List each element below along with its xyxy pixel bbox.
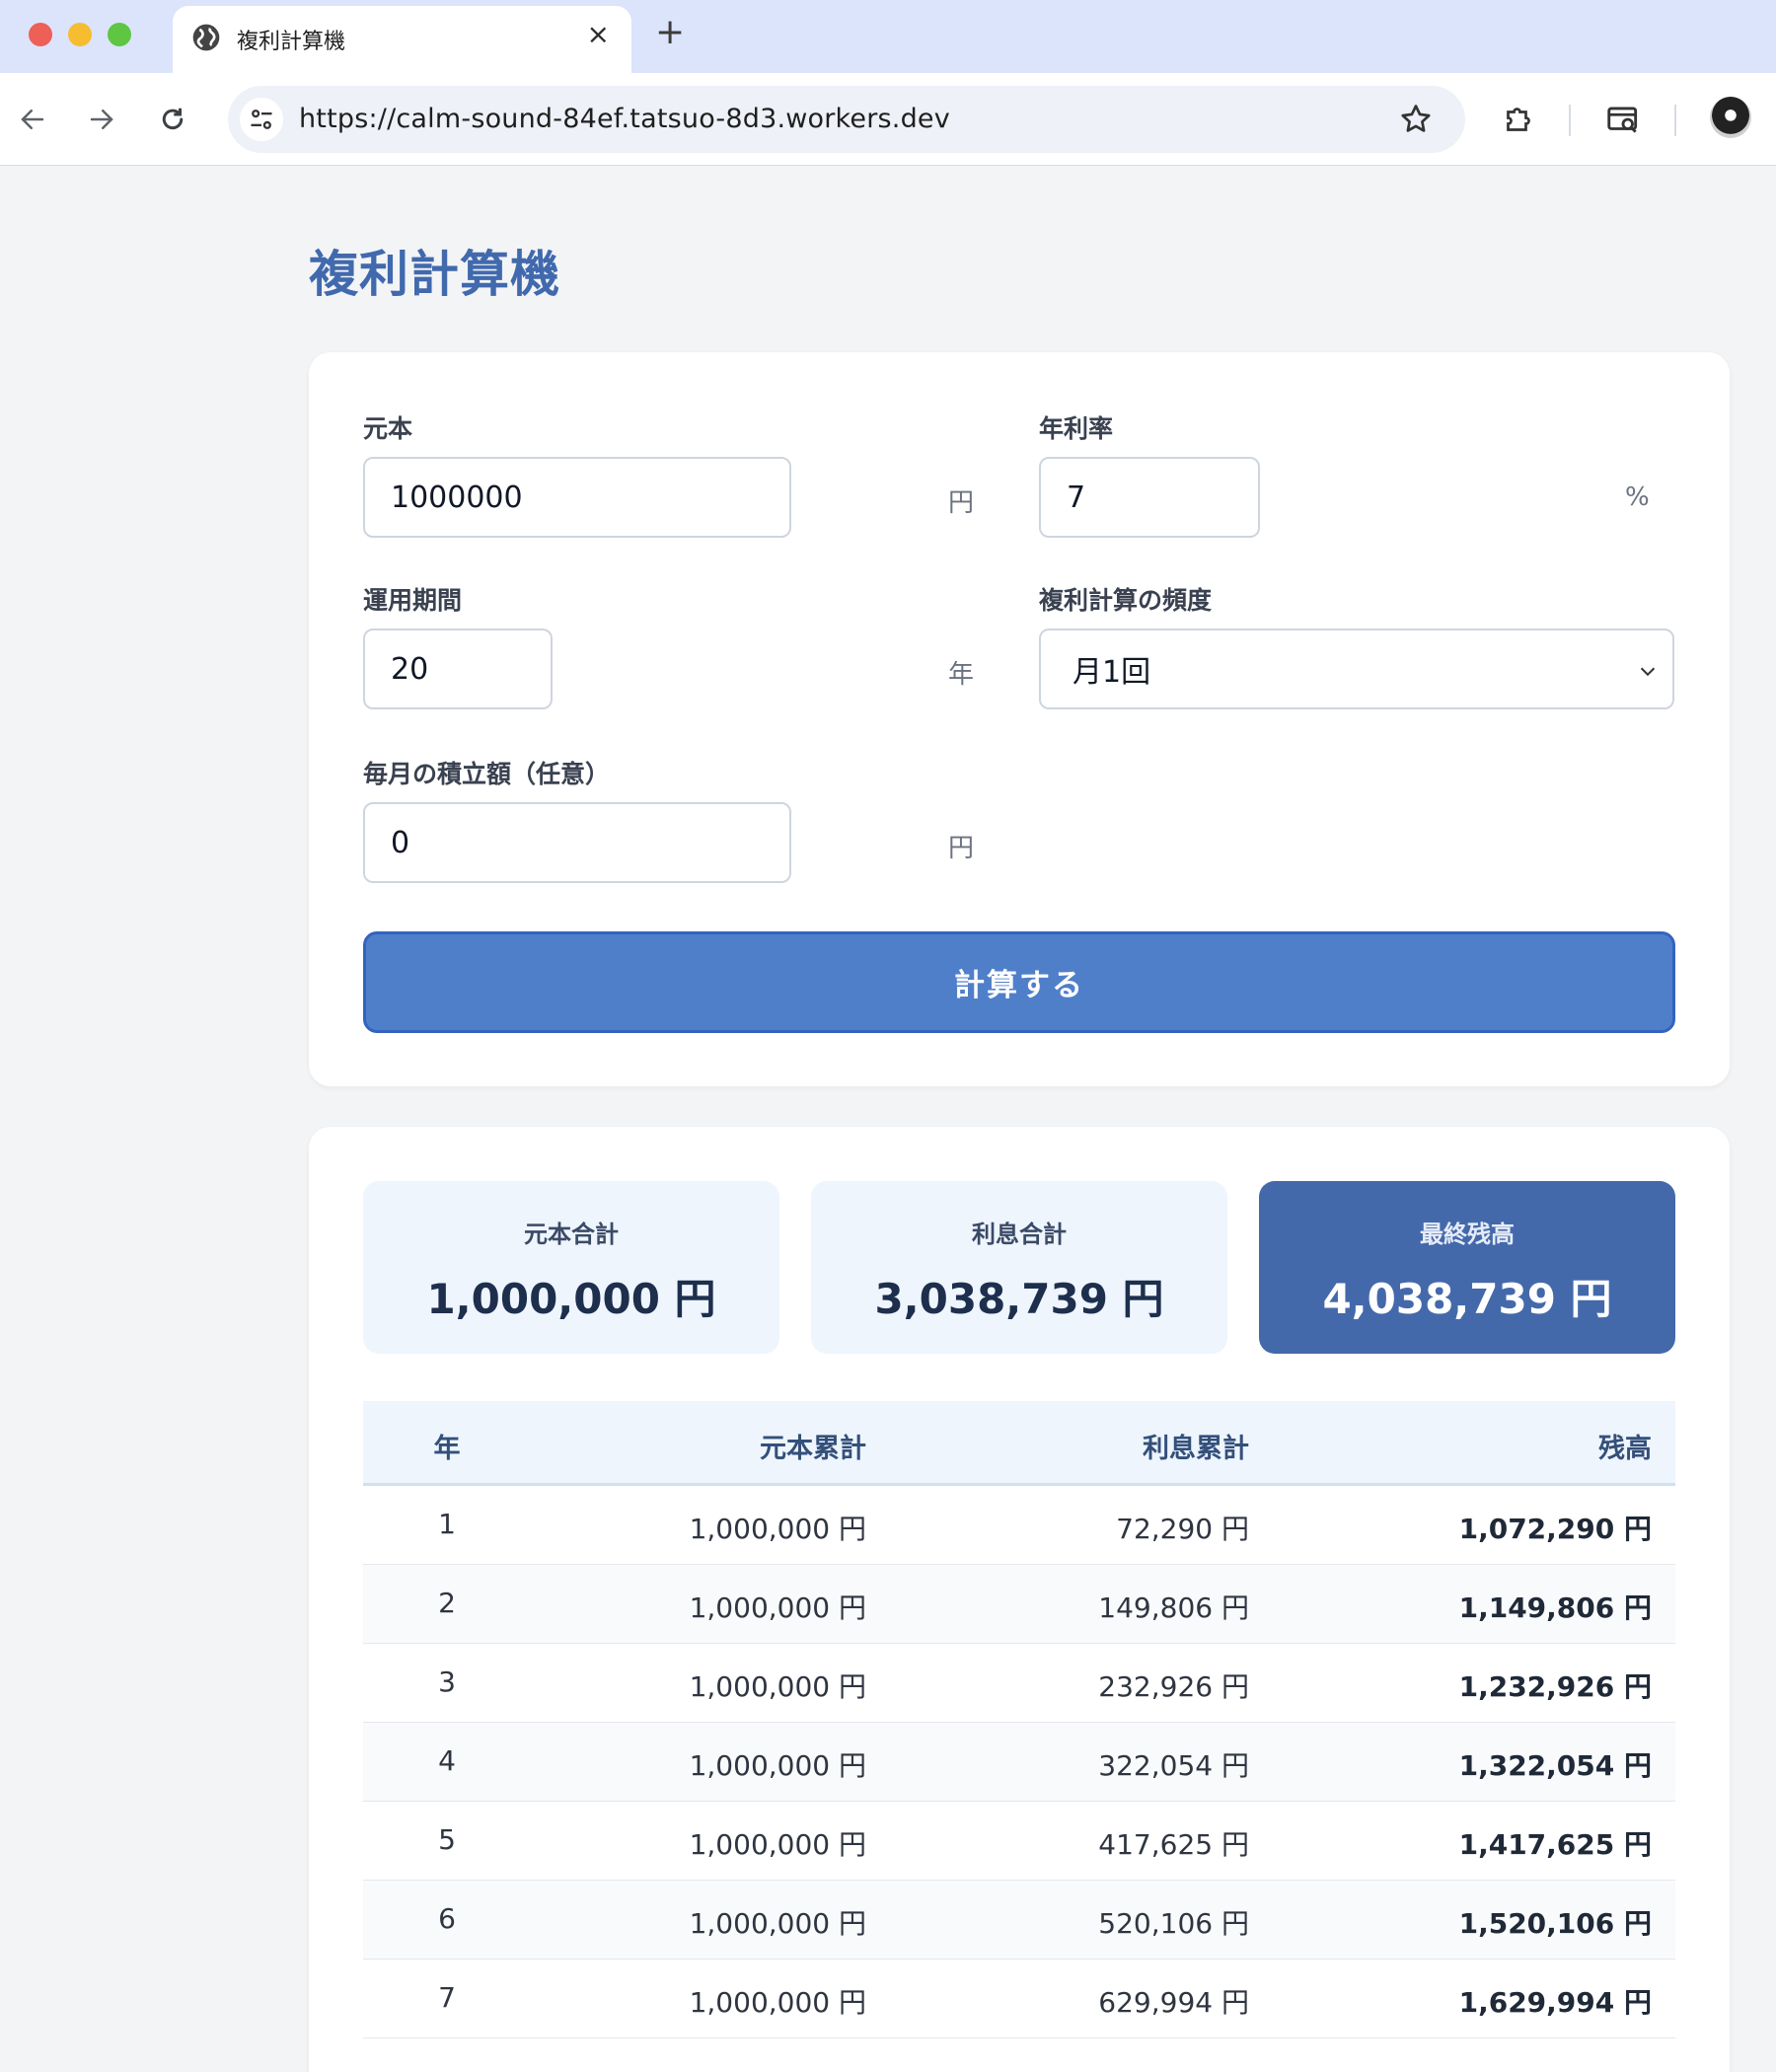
browser-tab[interactable]: 複利計算機 × xyxy=(173,6,631,73)
table-row: 1 1,000,000 円 72,290 円 1,072,290 円 xyxy=(363,1486,1675,1565)
tab-title: 複利計算機 xyxy=(237,30,346,54)
cell-year: 1 xyxy=(438,1508,456,1540)
final-balance-card: 最終残高 4,038,739 円 xyxy=(1259,1181,1675,1354)
cell-principal: 1,000,000 円 xyxy=(689,1670,866,1703)
cell-principal: 1,000,000 円 xyxy=(689,1986,866,2019)
forward-button[interactable] xyxy=(79,97,124,142)
cell-balance: 1,149,806 円 xyxy=(1458,1591,1652,1624)
new-tab-button[interactable]: + xyxy=(655,12,685,52)
header-principal: 元本累計 xyxy=(760,1434,866,1464)
back-button[interactable] xyxy=(10,97,55,142)
final-balance-value: 4,038,739 円 xyxy=(1322,1275,1612,1323)
table-row: 5 1,000,000 円 417,625 円 1,417,625 円 xyxy=(363,1802,1675,1881)
cell-balance: 1,417,625 円 xyxy=(1458,1828,1652,1861)
monthly-label: 毎月の積立額（任意） xyxy=(363,760,611,788)
reload-icon xyxy=(162,108,184,130)
puzzle-icon xyxy=(1507,108,1530,131)
final-balance-label: 最終残高 xyxy=(1420,1221,1515,1248)
frequency-label: 複利計算の頻度 xyxy=(1039,586,1213,615)
cell-principal: 1,000,000 円 xyxy=(689,1907,866,1940)
cell-year: 4 xyxy=(438,1744,456,1777)
principal-unit: 円 xyxy=(948,488,975,518)
toolbar-divider xyxy=(1674,105,1676,136)
table-row: 7 1,000,000 円 629,994 円 1,629,994 円 xyxy=(363,1960,1675,2038)
url-text[interactable]: https://calm-sound-84ef.tatsuo-8d3.worke… xyxy=(299,104,950,134)
site-settings-button[interactable] xyxy=(240,98,283,141)
cell-year: 2 xyxy=(438,1587,456,1619)
period-label: 運用期間 xyxy=(363,586,463,615)
table-body: 1 1,000,000 円 72,290 円 1,072,290 円 2 1,000,00… xyxy=(363,1486,1675,2038)
calculate-button[interactable]: 計算する xyxy=(363,931,1675,1033)
rate-input[interactable]: 7 xyxy=(1039,457,1260,538)
interest-total-label: 利息合計 xyxy=(972,1221,1067,1248)
cell-principal: 1,000,000 円 xyxy=(689,1513,866,1545)
principal-total-card: 元本合計 1,000,000 円 xyxy=(363,1181,779,1354)
monthly-input[interactable]: 0 xyxy=(363,802,791,883)
cell-interest: 72,290 円 xyxy=(1116,1513,1249,1545)
close-window-button[interactable] xyxy=(29,23,52,46)
chevron-down-icon xyxy=(1640,667,1656,677)
cell-interest: 232,926 円 xyxy=(1098,1670,1249,1703)
cell-interest: 322,054 円 xyxy=(1098,1749,1249,1782)
cell-interest: 149,806 円 xyxy=(1098,1591,1249,1624)
period-input[interactable]: 20 xyxy=(363,629,553,709)
cell-year: 6 xyxy=(438,1902,456,1935)
table-row: 4 1,000,000 円 322,054 円 1,322,054 円 xyxy=(363,1723,1675,1802)
tab-close-icon[interactable]: × xyxy=(587,18,610,50)
interest-total-value: 3,038,739 円 xyxy=(874,1275,1164,1323)
globe-icon xyxy=(192,24,220,51)
monthly-unit: 円 xyxy=(948,834,975,863)
cell-year: 3 xyxy=(438,1665,456,1698)
header-interest: 利息累計 xyxy=(1143,1434,1249,1464)
header-balance: 残高 xyxy=(1598,1434,1652,1464)
minimize-window-button[interactable] xyxy=(68,23,92,46)
arrow-left-icon xyxy=(21,110,44,129)
table-header: 年 元本累計 利息累計 残高 xyxy=(363,1401,1675,1486)
address-bar[interactable]: https://calm-sound-84ef.tatsuo-8d3.worke… xyxy=(228,86,1465,153)
header-year: 年 xyxy=(433,1434,461,1464)
table-row: 2 1,000,000 円 149,806 円 1,149,806 円 xyxy=(363,1565,1675,1644)
extensions-button[interactable] xyxy=(1498,99,1539,140)
maximize-window-button[interactable] xyxy=(108,23,131,46)
principal-total-value: 1,000,000 円 xyxy=(426,1275,716,1323)
toolbar-divider xyxy=(1569,105,1571,136)
principal-input[interactable]: 1000000 xyxy=(363,457,791,538)
cell-balance: 1,232,926 円 xyxy=(1458,1670,1652,1703)
cell-balance: 1,629,994 円 xyxy=(1458,1986,1652,2019)
principal-label: 元本 xyxy=(363,414,413,443)
cell-balance: 1,072,290 円 xyxy=(1458,1513,1652,1545)
cell-balance: 1,322,054 円 xyxy=(1458,1749,1652,1782)
reload-button[interactable] xyxy=(150,97,195,142)
page-title: 複利計算機 xyxy=(309,246,560,303)
cell-principal: 1,000,000 円 xyxy=(689,1749,866,1782)
principal-total-label: 元本合計 xyxy=(524,1221,619,1248)
tune-icon xyxy=(251,110,272,129)
arrow-right-icon xyxy=(90,110,113,129)
table-row: 3 1,000,000 円 232,926 円 1,232,926 円 xyxy=(363,1644,1675,1723)
cell-interest: 629,994 円 xyxy=(1098,1986,1249,2019)
results-panel: 元本合計 1,000,000 円 利息合計 3,038,739 円 最終残高 4… xyxy=(309,1127,1730,2072)
browser-toolbar: https://calm-sound-84ef.tatsuo-8d3.worke… xyxy=(0,73,1776,166)
tab-strip: 複利計算機 × + xyxy=(0,0,1776,73)
table-row: 6 1,000,000 円 520,106 円 1,520,106 円 xyxy=(363,1881,1675,1960)
calculator-form: 元本 1000000 円 年利率 7 % 運用期間 20 年 複利計算の頻度 月… xyxy=(309,352,1730,1086)
cell-interest: 417,625 円 xyxy=(1098,1828,1249,1861)
cell-principal: 1,000,000 円 xyxy=(689,1828,866,1861)
cell-principal: 1,000,000 円 xyxy=(689,1591,866,1624)
tab-search-icon xyxy=(1607,107,1638,133)
interest-total-card: 利息合計 3,038,739 円 xyxy=(811,1181,1227,1354)
frequency-selected-value: 月1回 xyxy=(1073,655,1151,690)
cell-year: 5 xyxy=(438,1823,456,1856)
search-tab-button[interactable] xyxy=(1602,99,1644,140)
yearly-table: 年 元本累計 利息累計 残高 1 1,000,000 円 72,290 円 1,072… xyxy=(363,1401,1675,2038)
cell-interest: 520,106 円 xyxy=(1098,1907,1249,1940)
frequency-select[interactable]: 月1回 xyxy=(1039,629,1674,709)
cell-balance: 1,520,106 円 xyxy=(1458,1907,1652,1940)
period-unit: 年 xyxy=(948,660,975,690)
cell-year: 7 xyxy=(438,1981,456,2014)
profile-avatar[interactable] xyxy=(1710,97,1751,138)
rate-label: 年利率 xyxy=(1039,414,1114,443)
rate-unit: % xyxy=(1625,482,1650,512)
bookmark-star-icon[interactable] xyxy=(1398,102,1434,137)
